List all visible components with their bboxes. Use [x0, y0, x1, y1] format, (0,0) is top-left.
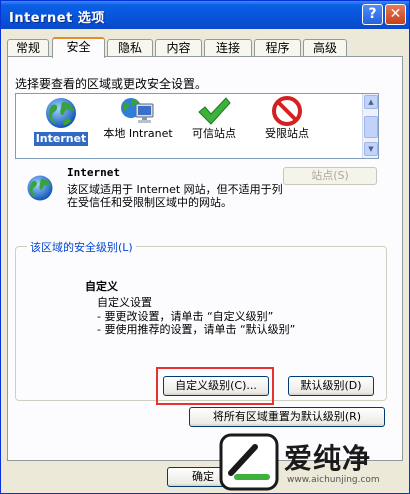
globe-icon: [46, 98, 76, 128]
sites-button[interactable]: 站点(S): [283, 167, 377, 185]
zone-label-intranet: 本地 Intranet: [103, 127, 173, 140]
zone-label-trusted: 可信站点: [192, 127, 236, 140]
window-title: Internet 选项: [9, 11, 105, 26]
tab-privacy[interactable]: 隐私: [107, 39, 153, 57]
selected-zone-globe-icon: [27, 175, 53, 201]
zone-internet[interactable]: Internet: [26, 96, 96, 156]
watermark-url: www.aichunjing.com: [287, 475, 380, 485]
security-level-label: 该区域的安全级别(L): [27, 239, 136, 255]
tab-connections[interactable]: 连接: [204, 39, 252, 57]
tab-security[interactable]: 安全: [52, 37, 105, 58]
tab-advanced[interactable]: 高级: [303, 39, 347, 57]
zone-list[interactable]: Internet 本地 Intranet 可信站点 受限站点 ▲ ▼: [15, 93, 379, 159]
zone-label-restricted: 受限站点: [265, 127, 309, 140]
tab-programs[interactable]: 程序: [254, 39, 301, 57]
scroll-up-icon[interactable]: ▲: [364, 95, 378, 109]
scroll-thumb[interactable]: [364, 116, 378, 138]
intranet-icon: [121, 98, 154, 123]
watermark-text: 爱纯净: [284, 442, 372, 475]
title-bar[interactable]: Internet 选项 ? ✕: [1, 1, 409, 29]
highlight-box: [156, 367, 274, 405]
scroll-down-icon[interactable]: ▼: [364, 142, 378, 156]
level-hint-default: - 要使用推荐的设置，请单击 “默认级别”: [97, 323, 296, 336]
zone-description: 该区域适用于 Internet 网站，但不适用于列在受信任和受限制区域中的网站。: [67, 183, 283, 209]
selected-zone-name: Internet: [67, 166, 120, 179]
zone-intranet[interactable]: 本地 Intranet: [103, 96, 173, 156]
zone-scrollbar[interactable]: ▲ ▼: [362, 94, 378, 158]
tab-strip: 常规 安全 隐私 内容 连接 程序 高级: [7, 37, 407, 58]
checkmark-icon: [198, 97, 231, 125]
zone-restricted[interactable]: 受限站点: [252, 96, 322, 156]
internet-options-window: Internet 选项 ? ✕ 常规 安全 隐私 内容 连接 程序 高级 选择要…: [0, 0, 410, 494]
tab-general[interactable]: 常规: [7, 39, 49, 57]
reset-all-zones-button[interactable]: 将所有区域重置为默认级别(R): [189, 407, 385, 427]
tab-content[interactable]: 内容: [155, 39, 202, 57]
level-title: 自定义: [85, 280, 118, 293]
zone-trusted[interactable]: 可信站点: [179, 96, 249, 156]
default-level-button[interactable]: 默认级别(D): [288, 376, 374, 396]
help-button[interactable]: ?: [362, 4, 383, 25]
close-button[interactable]: ✕: [385, 4, 406, 25]
restricted-icon: [272, 96, 302, 126]
watermark-logo-icon: [219, 433, 279, 491]
zone-prompt: 选择要查看的区域或更改安全设置。: [15, 77, 208, 91]
zone-label-internet: Internet: [33, 132, 89, 146]
